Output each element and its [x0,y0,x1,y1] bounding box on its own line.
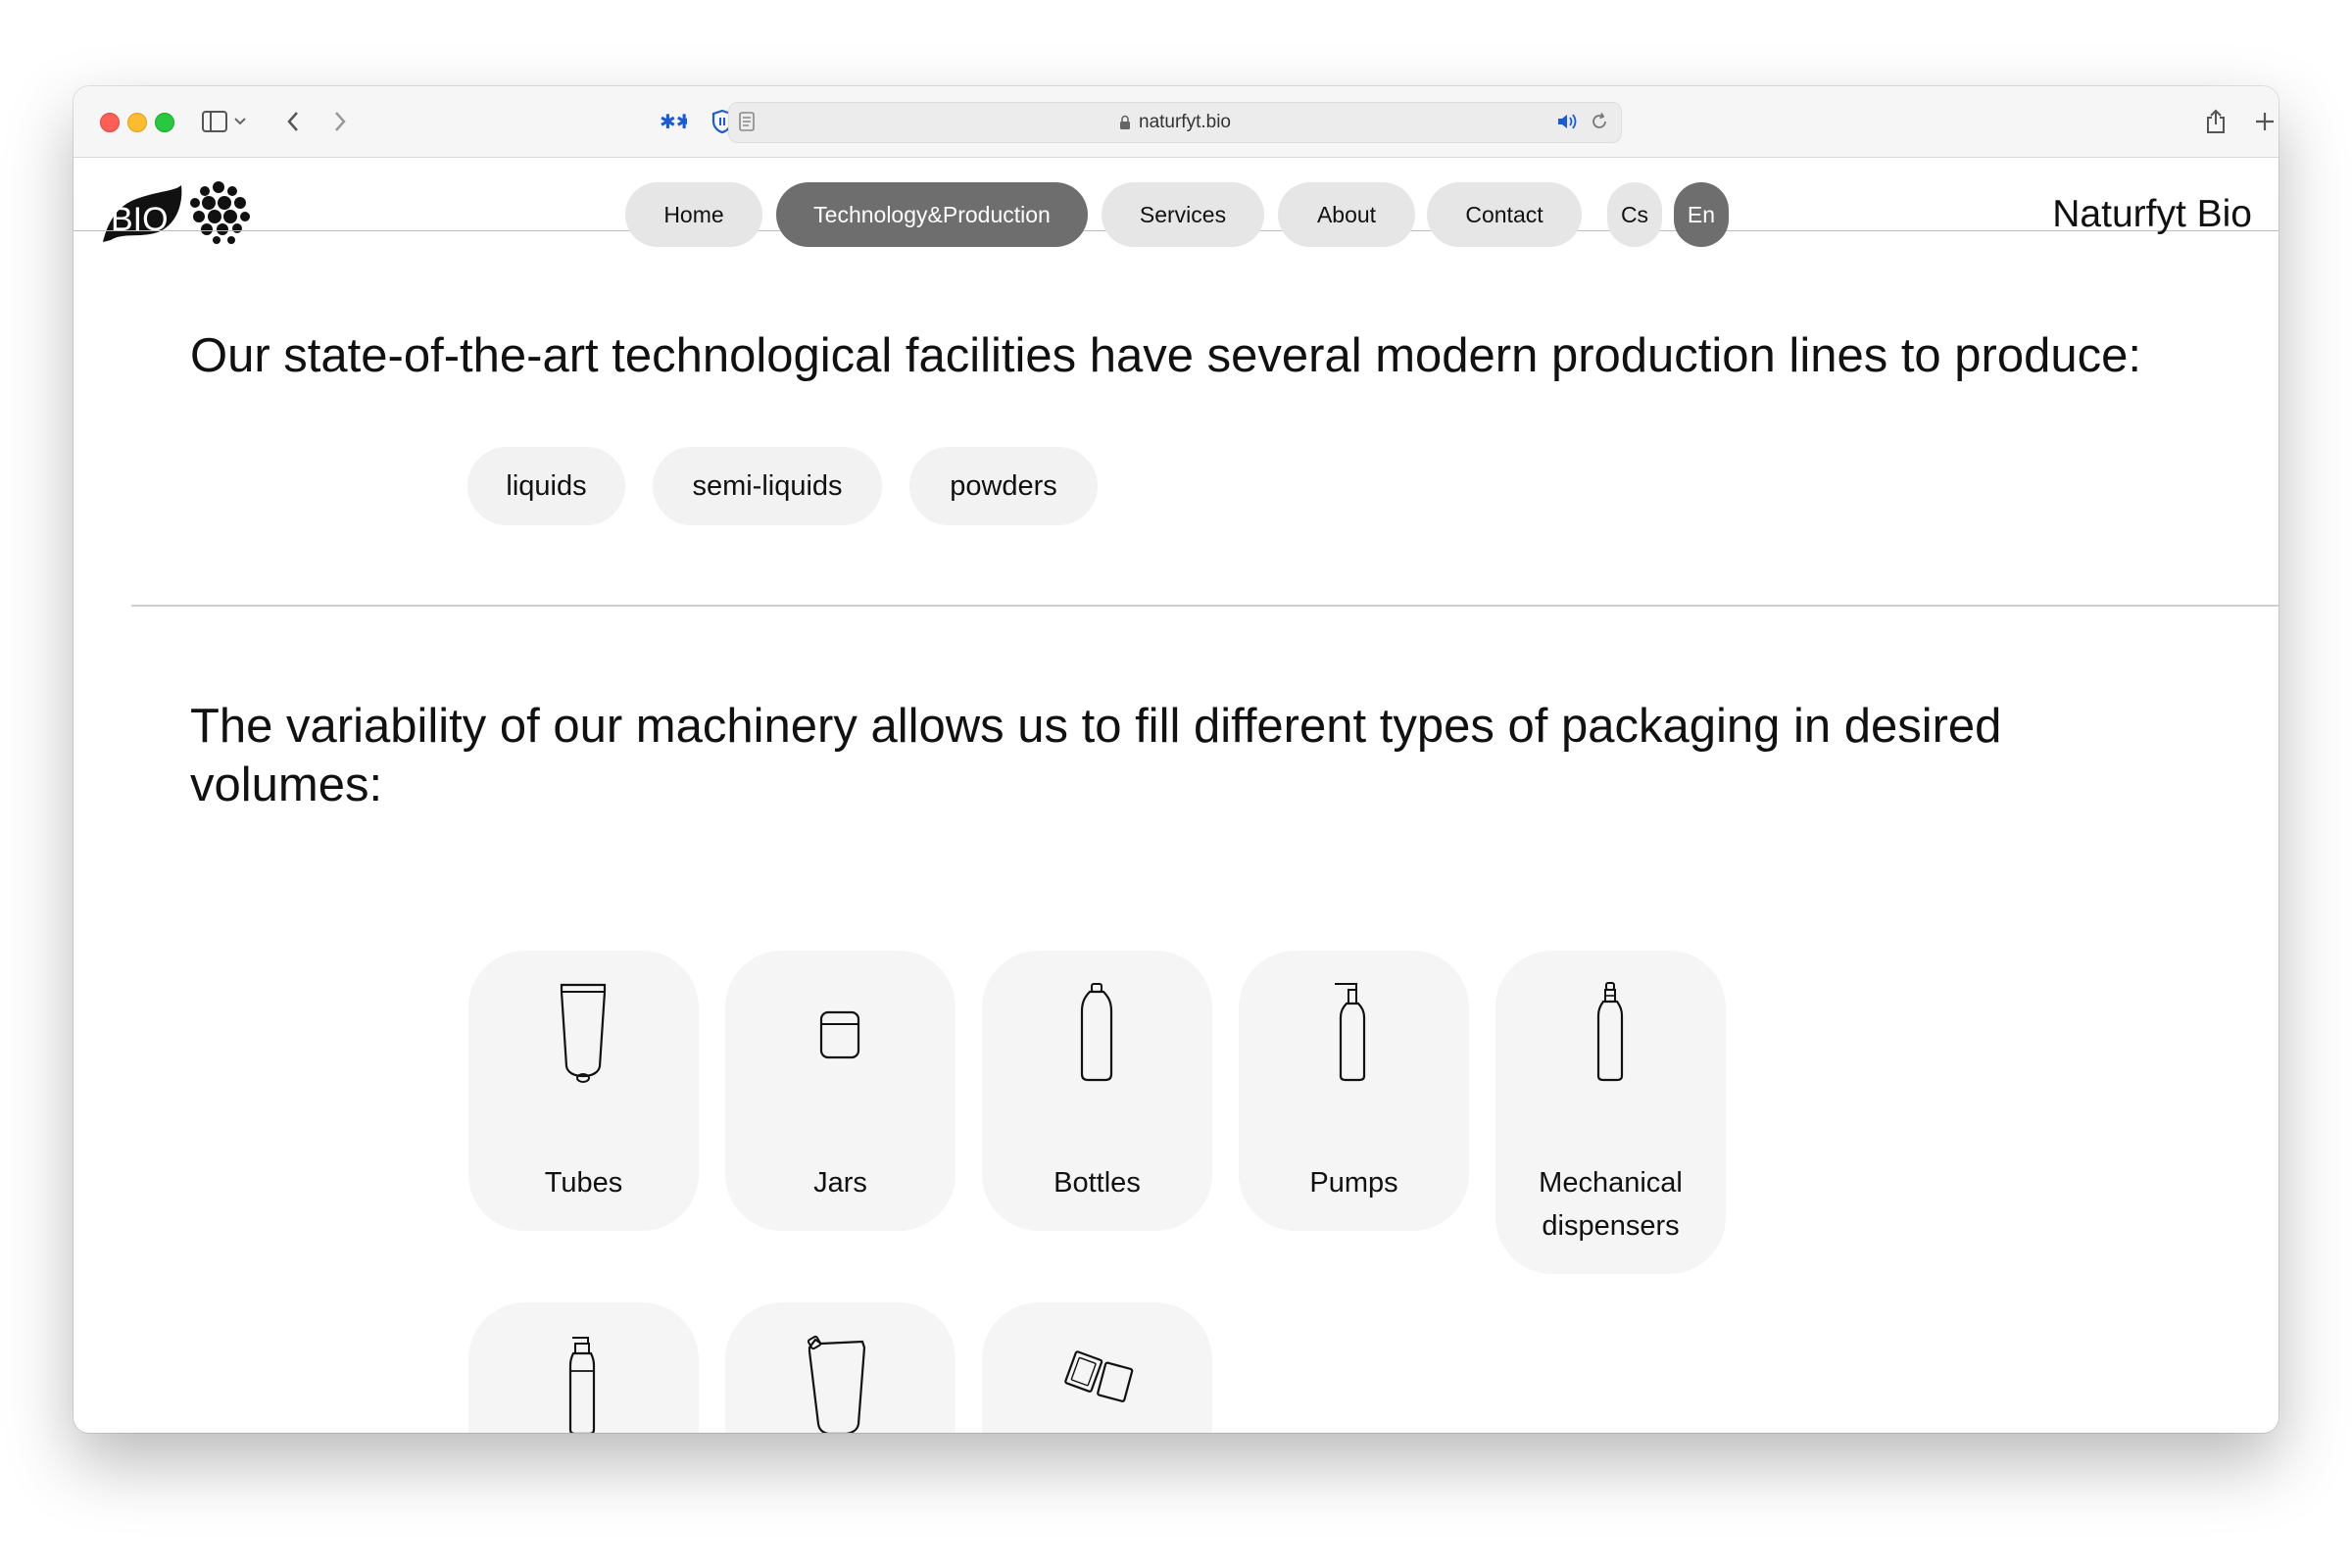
tube-icon [560,983,607,1083]
brand-name: Naturfyt Bio [2052,193,2252,235]
forward-icon[interactable] [324,106,356,137]
pump-bottle-icon [1335,983,1366,1082]
packaging-heading-line2: volumes: [190,759,383,811]
browser-window: ✱✱ naturfyt.bio BIO Home Technology&Prod… [74,86,2278,1433]
close-window-button[interactable] [100,113,120,132]
packaging-heading-line1: The variability of our machinery allows … [190,700,2002,753]
language-en-button[interactable]: En [1674,182,1729,247]
card-label: Mechanical dispensers [1495,1161,1726,1248]
chevron-down-icon[interactable] [230,106,250,137]
extension-icon[interactable]: ✱✱ [658,106,689,137]
nav-about[interactable]: About [1278,182,1415,247]
url-text: naturfyt.bio [1139,112,1231,132]
card-label: Tubes [544,1167,623,1199]
production-heading: Our state-of-the-art technological facil… [190,329,2141,382]
site-logo[interactable]: BIO [97,177,254,248]
card-label: Pumps [1309,1167,1398,1199]
pill-liquids: liquids [467,447,625,525]
card-label: Bottles [1054,1167,1141,1199]
bottle-icon [1080,983,1113,1082]
audio-icon[interactable] [1556,112,1578,136]
packaging-card-tubes: Tubes [468,951,699,1231]
language-cs-button[interactable]: Cs [1607,182,1662,247]
packaging-card-foam-dispenser [468,1302,699,1433]
jar-icon [819,1010,860,1059]
card-label-line2: dispensers [1542,1210,1680,1242]
packaging-card-jars: Jars [725,951,956,1231]
section-divider [131,605,2278,607]
address-bar[interactable]: naturfyt.bio [728,102,1622,143]
packaging-card-mechanical-dispensers: Mechanical dispensers [1495,951,1726,1274]
nav-technology-production[interactable]: Technology&Production [776,182,1088,247]
pouch-icon [807,1335,866,1433]
zoom-window-button[interactable] [155,113,174,132]
page-icon[interactable] [739,112,755,136]
browser-toolbar: ✱✱ naturfyt.bio [74,86,2278,158]
reload-icon[interactable] [1590,112,1609,136]
card-label-line1: Mechanical [1539,1167,1683,1199]
logo-text: BIO [111,201,169,238]
spray-bottle-icon [1596,982,1624,1082]
nav-home[interactable]: Home [625,182,762,247]
share-icon[interactable] [2200,106,2231,137]
pill-powders: powders [909,447,1098,525]
lock-icon [1119,115,1131,130]
nav-contact[interactable]: Contact [1427,182,1582,247]
packaging-card-sachets [982,1302,1212,1433]
sidebar-icon[interactable] [199,106,230,137]
page-content: BIO Home Technology&Production Services … [74,158,2278,1433]
sachet-icon [1064,1350,1134,1402]
svg-text:✱✱: ✱✱ [660,114,687,129]
packaging-heading: The variability of our machinery allows … [190,697,2001,814]
nav-services[interactable]: Services [1102,182,1264,247]
card-label: Jars [813,1167,867,1199]
packaging-card-bottles: Bottles [982,951,1212,1231]
minimize-window-button[interactable] [127,113,147,132]
pill-semi-liquids: semi-liquids [653,447,882,525]
packaging-card-pouch [725,1302,956,1433]
back-icon[interactable] [277,106,309,137]
new-tab-icon[interactable] [2249,106,2278,137]
foam-dispenser-icon [568,1337,596,1433]
packaging-card-pumps: Pumps [1239,951,1469,1231]
